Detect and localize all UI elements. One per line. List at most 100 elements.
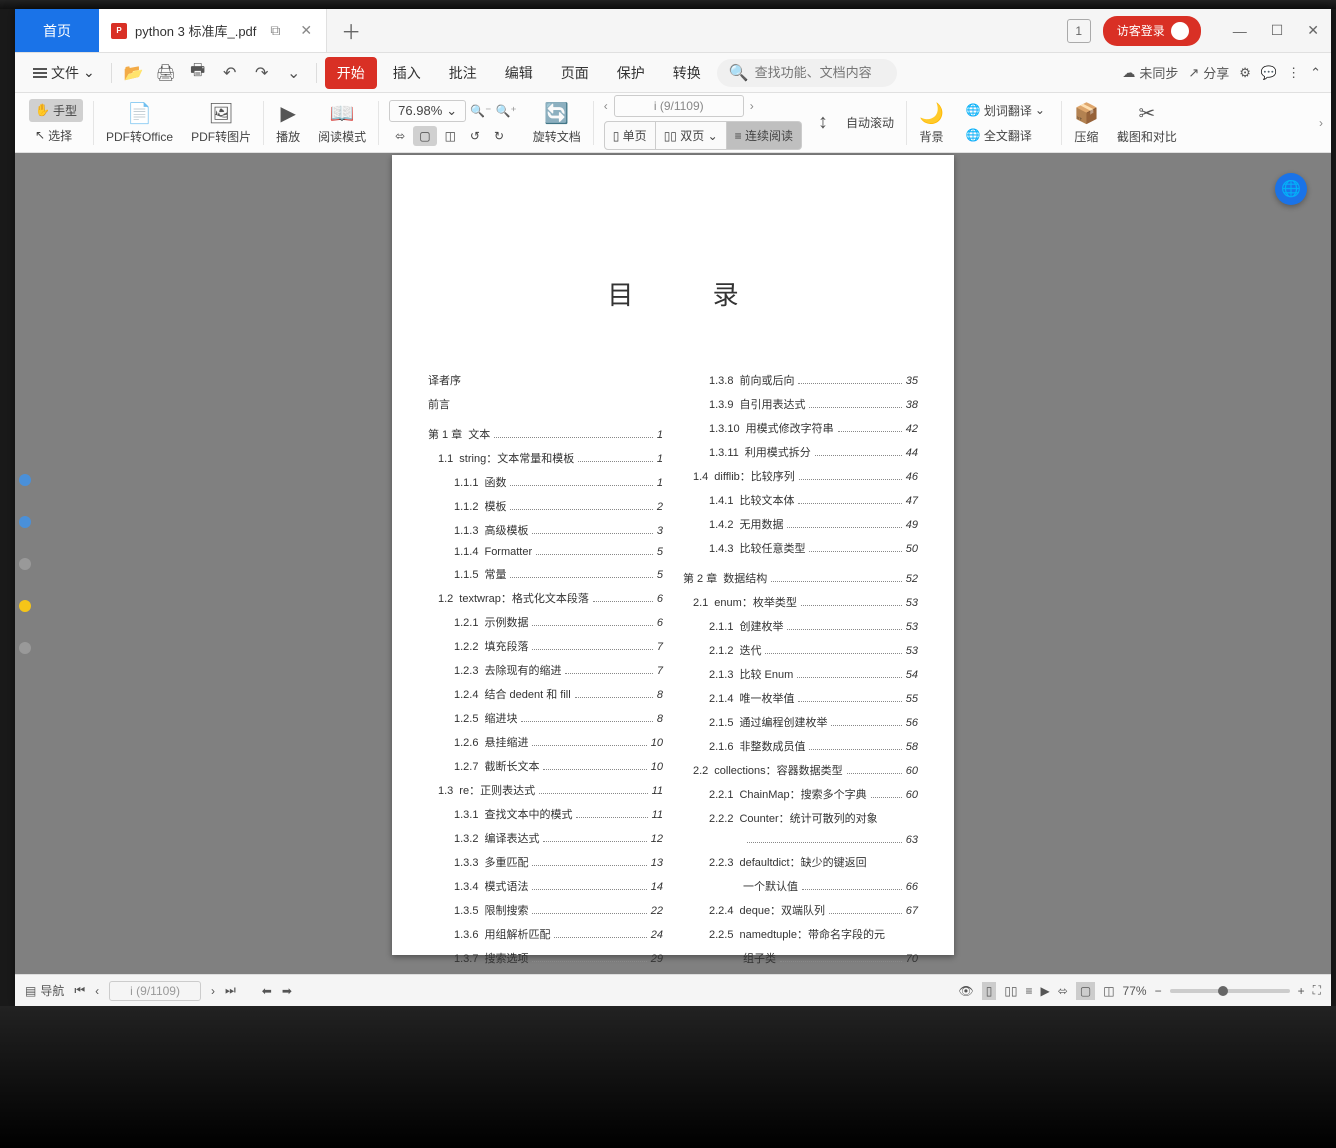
rotate-doc[interactable]: 🔄旋转文档 bbox=[525, 97, 589, 149]
single-page[interactable]: ▯ 单页 bbox=[604, 121, 656, 150]
select-tool[interactable]: ↖ 选择 bbox=[29, 124, 78, 147]
settings-icon[interactable]: ⚙ bbox=[1239, 65, 1251, 81]
side-icon-4[interactable] bbox=[19, 600, 31, 612]
toc-entry: 前言 bbox=[428, 396, 663, 412]
share-button[interactable]: ↗ 分享 bbox=[1188, 63, 1229, 82]
side-icon-5[interactable] bbox=[19, 642, 31, 654]
prev-icon[interactable]: ‹ bbox=[95, 984, 99, 998]
screenshot-compare[interactable]: ✂截图和对比 bbox=[1109, 97, 1185, 149]
toc-entry: 2.2collections：容器数据类型60 bbox=[683, 762, 918, 778]
search-box[interactable]: 🔍 bbox=[717, 59, 897, 87]
zoom-out-icon[interactable]: 🔍⁻ bbox=[470, 104, 491, 118]
toolbar-more-icon[interactable]: › bbox=[1319, 116, 1323, 130]
menu-edit[interactable]: 编辑 bbox=[493, 57, 545, 89]
toc-entry: 1.1.2模板2 bbox=[428, 498, 663, 514]
menu-insert[interactable]: 插入 bbox=[381, 57, 433, 89]
back-icon[interactable]: ⬅ bbox=[262, 984, 272, 998]
status-page-input[interactable]: i (9/1109) bbox=[109, 981, 201, 1001]
document-area[interactable]: 🌐 目 录 译者序前言第 1 章文本11.1string：文本常量和模板11.1… bbox=[15, 153, 1331, 974]
redo-icon[interactable]: ↷ bbox=[248, 59, 276, 87]
play-button[interactable]: ▶播放 bbox=[268, 97, 308, 149]
double-page[interactable]: ▯▯ 双页 ⌄ bbox=[656, 121, 727, 150]
file-menu[interactable]: 文件 ⌄ bbox=[25, 59, 103, 87]
unsync-button[interactable]: ☁ 未同步 bbox=[1122, 63, 1178, 82]
layout3-icon[interactable]: ≡ bbox=[1026, 984, 1033, 998]
full-translate[interactable]: 🌐 全文翻译 bbox=[960, 124, 1038, 147]
layout1-icon[interactable]: ▯ bbox=[982, 982, 997, 1000]
tab-home[interactable]: 首页 bbox=[15, 9, 99, 52]
toc-entry: 1.2.6悬挂缩进10 bbox=[428, 734, 663, 750]
continuous-page[interactable]: ≡ 连续阅读 bbox=[727, 121, 802, 150]
tab-add-button[interactable]: ＋ bbox=[327, 16, 375, 45]
undo-icon[interactable]: ↶ bbox=[216, 59, 244, 87]
next-page-icon[interactable]: › bbox=[750, 99, 754, 113]
toc-entry: 2.1.5通过编程创建枚举56 bbox=[683, 714, 918, 730]
pdf-to-office[interactable]: 📄PDF转Office bbox=[98, 97, 181, 149]
menu-protect[interactable]: 保护 bbox=[605, 57, 657, 89]
forward-icon[interactable]: ➡ bbox=[282, 984, 292, 998]
menu-page[interactable]: 页面 bbox=[549, 57, 601, 89]
feedback-icon[interactable]: 💬 bbox=[1261, 65, 1277, 81]
zoom-plus-icon[interactable]: + bbox=[1298, 984, 1305, 998]
close-icon[interactable]: ✕ bbox=[1295, 22, 1331, 39]
view-icon[interactable]: 👁 bbox=[958, 984, 973, 998]
fit3-icon[interactable]: ◫ bbox=[1103, 984, 1114, 998]
nav-toggle[interactable]: ▤ 导航 bbox=[25, 982, 64, 999]
zoom-in-icon[interactable]: 🔍⁺ bbox=[495, 104, 516, 118]
tab-file[interactable]: P python 3 标准库_.pdf ⧉ ✕ bbox=[99, 9, 327, 52]
side-icon-3[interactable] bbox=[19, 558, 31, 570]
prev-page-icon[interactable]: ‹ bbox=[604, 99, 608, 113]
layout2-icon[interactable]: ▯▯ bbox=[1004, 984, 1017, 998]
tab-close-icon[interactable]: ✕ bbox=[294, 20, 318, 41]
auto-scroll[interactable]: 自动滚动 bbox=[838, 110, 902, 135]
fullscreen-icon[interactable]: ⛶ bbox=[1313, 983, 1321, 998]
fit-actual-icon[interactable]: ◫ bbox=[439, 126, 462, 146]
night-mode[interactable]: 🌙背景 bbox=[911, 97, 952, 149]
minimize-icon[interactable]: — bbox=[1221, 23, 1259, 39]
more-icon[interactable]: ⋮ bbox=[1287, 65, 1300, 81]
open-icon[interactable]: 📂 bbox=[120, 59, 148, 87]
left-side-icons bbox=[15, 470, 35, 658]
compress[interactable]: 📦压缩 bbox=[1066, 97, 1107, 149]
menu-icon bbox=[33, 68, 47, 78]
hand-tool[interactable]: ✋ 手型 bbox=[29, 99, 83, 122]
rotate-right-icon[interactable]: ↻ bbox=[488, 126, 510, 146]
window-count[interactable]: 1 bbox=[1067, 19, 1091, 43]
side-icon-1[interactable] bbox=[19, 474, 31, 486]
menu-start[interactable]: 开始 bbox=[325, 57, 377, 89]
word-translate[interactable]: 🌐 划词翻译 ⌄ bbox=[960, 99, 1051, 122]
rotate-left-icon[interactable]: ↺ bbox=[464, 126, 486, 146]
page-input[interactable]: i (9/1109) bbox=[614, 95, 744, 117]
print-icon[interactable]: 🖶 bbox=[184, 59, 212, 87]
menu-review[interactable]: 批注 bbox=[437, 57, 489, 89]
side-icon-2[interactable] bbox=[19, 516, 31, 528]
fit1-icon[interactable]: ⬄ bbox=[1058, 984, 1068, 998]
zoom-pct: 77% bbox=[1123, 984, 1147, 998]
toc-entry: 1.3.3多重匹配13 bbox=[428, 854, 663, 870]
title-bar: 首页 P python 3 标准库_.pdf ⧉ ✕ ＋ 1 访客登录 — ☐ … bbox=[15, 9, 1331, 53]
fit2-icon[interactable]: ▢ bbox=[1076, 982, 1095, 1000]
translate-float-button[interactable]: 🌐 bbox=[1275, 173, 1307, 205]
maximize-icon[interactable]: ☐ bbox=[1259, 22, 1296, 39]
pdf-page: 目 录 译者序前言第 1 章文本11.1string：文本常量和模板11.1.1… bbox=[392, 155, 954, 955]
toc-entry: 2.1enum：枚举类型53 bbox=[683, 594, 918, 610]
play-status-icon[interactable]: ▶ bbox=[1041, 984, 1050, 998]
fit-height[interactable]: ↕ bbox=[810, 107, 836, 138]
pdf-to-image[interactable]: 🖼PDF转图片 bbox=[183, 97, 259, 149]
guest-login-button[interactable]: 访客登录 bbox=[1103, 16, 1201, 46]
collapse-ribbon-icon[interactable]: ⌃ bbox=[1310, 65, 1321, 81]
save-icon[interactable]: 🖨 bbox=[152, 59, 180, 87]
first-page-icon[interactable]: ⏮ bbox=[74, 983, 85, 998]
zoom-minus-icon[interactable]: − bbox=[1155, 984, 1162, 998]
next-icon[interactable]: › bbox=[211, 984, 215, 998]
zoom-level[interactable]: 76.98% ⌄ bbox=[389, 100, 466, 122]
undo-chevron-icon[interactable]: ⌄ bbox=[280, 59, 308, 87]
last-page-icon[interactable]: ⏭ bbox=[225, 983, 236, 998]
tab-popout-icon[interactable]: ⧉ bbox=[264, 20, 286, 41]
fit-width-icon[interactable]: ⬄ bbox=[389, 126, 411, 146]
search-input[interactable] bbox=[755, 65, 895, 80]
read-mode[interactable]: 📖阅读模式 bbox=[310, 97, 374, 149]
menu-convert[interactable]: 转换 bbox=[661, 57, 713, 89]
fit-page-icon[interactable]: ▢ bbox=[413, 126, 436, 146]
zoom-slider[interactable] bbox=[1170, 989, 1290, 993]
